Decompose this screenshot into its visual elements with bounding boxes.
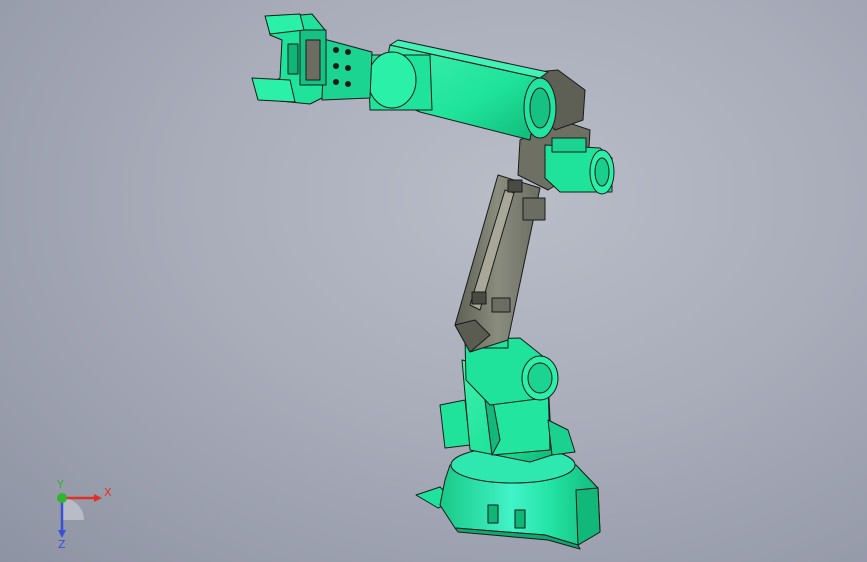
z-axis-label: Z <box>58 538 66 550</box>
z-axis-arrowhead <box>58 530 66 538</box>
robot-base[interactable] <box>415 446 601 550</box>
x-axis-arrowhead <box>94 494 102 502</box>
y-axis-label: Y <box>56 480 64 491</box>
lower-arm-link[interactable] <box>454 174 546 353</box>
y-axis-dot <box>57 493 67 503</box>
joint3-motor[interactable] <box>544 137 615 195</box>
x-axis-label: X <box>104 486 112 499</box>
axis-triad: X Y Z <box>56 480 112 550</box>
gripper-end-effector[interactable] <box>251 13 327 105</box>
3d-model-viewport[interactable] <box>0 0 867 562</box>
